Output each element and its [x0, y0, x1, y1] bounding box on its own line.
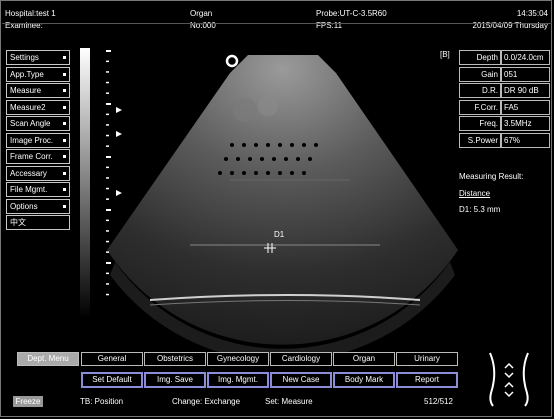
param-value: FA5 [500, 99, 550, 115]
tab-general[interactable]: General [81, 352, 143, 366]
param-value: 3.5MHz [500, 116, 550, 131]
status-change: Change: Exchange [172, 397, 241, 406]
param-label: Gain [459, 66, 502, 82]
body-mark-icon[interactable] [484, 351, 534, 407]
measure-result-title: Measuring Result: [459, 172, 524, 181]
measure-result-value: D1: 5.3 mm [459, 205, 501, 214]
measure-result-type: Distance [459, 189, 491, 198]
img-save-button[interactable]: Img. Save [144, 372, 206, 388]
freeze-indicator[interactable]: Freeze [13, 396, 43, 407]
orientation-marker [225, 54, 239, 68]
param-label: S.Power [459, 132, 502, 148]
mode-tag: [B] [440, 50, 450, 59]
tab-gynecology[interactable]: Gynecology [207, 352, 269, 366]
param-value: 67% [500, 132, 550, 148]
body-mark-button[interactable]: Body Mark [333, 372, 395, 388]
img-mgmt-button[interactable]: Img. Mgmt. [207, 372, 269, 388]
grayscale-bar [80, 48, 90, 318]
param-label: D.R. [459, 83, 502, 98]
status-set: Set: Measure [265, 397, 313, 406]
new-case-button[interactable]: New Case [270, 372, 332, 388]
measure-label-d1: D1 [274, 230, 285, 239]
tab-obstetrics[interactable]: Obstetrics [144, 352, 206, 366]
tab-organ[interactable]: Organ [333, 352, 395, 366]
tab-cardiology[interactable]: Cardiology [270, 352, 332, 366]
param-label: F.Corr. [459, 99, 502, 115]
frame-counter: 512/512 [424, 397, 453, 406]
param-value: 051 [500, 66, 550, 82]
param-value: 0.0/24.0cm [500, 50, 550, 65]
status-tb: TB: Position [80, 397, 124, 406]
param-value: DR 90 dB [500, 83, 550, 98]
param-label: Depth [459, 50, 502, 65]
scan-sector [107, 55, 458, 345]
param-label: Freq. [459, 116, 502, 131]
tab-urinary[interactable]: Urinary [396, 352, 458, 366]
set-default-button[interactable]: Set Default [81, 372, 143, 388]
tab-dept-menu[interactable]: Dept. Menu [17, 352, 79, 366]
report-button[interactable]: Report [396, 372, 458, 388]
